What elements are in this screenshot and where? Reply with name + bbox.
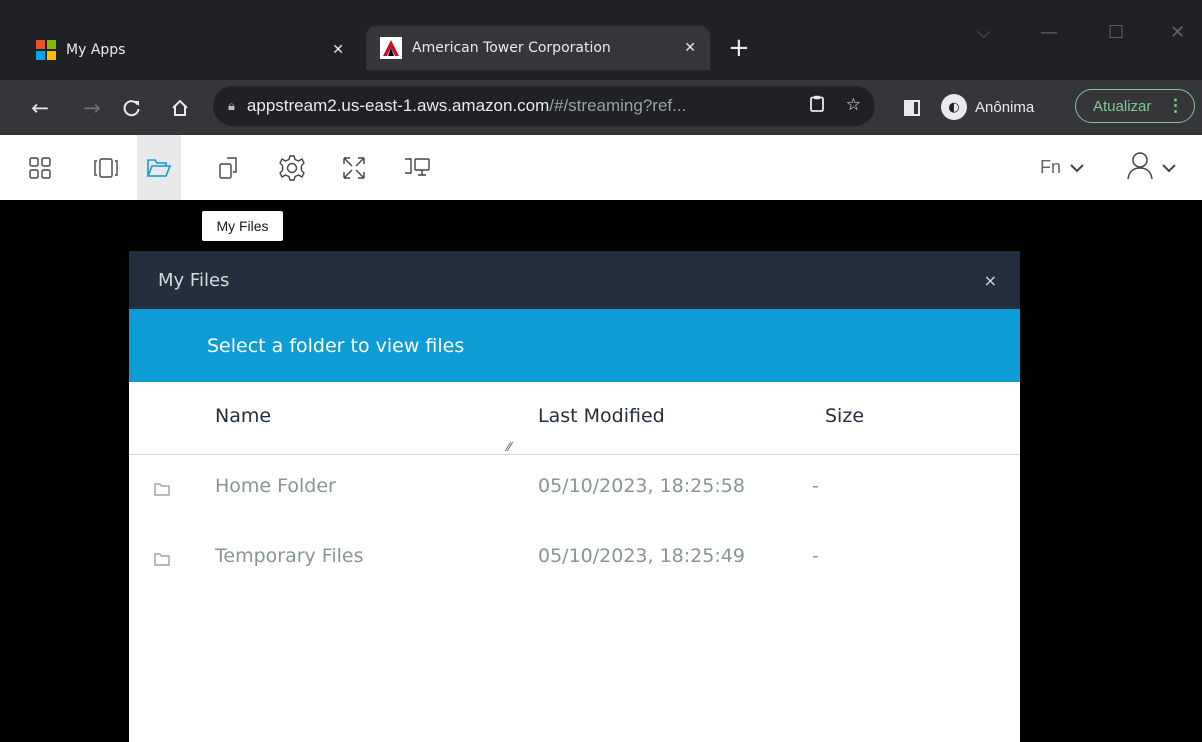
file-row[interactable]: Home Folder 05/10/2023, 18:25:58 - [129,456,1020,526]
tab-my-apps[interactable]: My Apps ✕ [18,28,358,72]
update-label: Atualizar [1093,97,1152,115]
tab-american-tower[interactable]: American Tower Corporation ✕ [366,26,710,70]
windows-icon[interactable] [84,135,128,200]
function-keys-menu[interactable]: Fn [1040,135,1085,200]
microsoft-logo-icon [36,40,56,60]
column-header-name[interactable]: Name [215,405,271,427]
tab-title: My Apps [66,42,126,58]
address-bar[interactable]: 🔒︎ appstream2.us-east-1.aws.amazon.com/#… [213,86,875,126]
menu-dots-icon[interactable]: ⋮ [1167,96,1184,116]
close-tab-icon[interactable]: ✕ [684,40,696,56]
column-header-last-modified[interactable]: Last Modified [538,405,665,427]
clipboard-icon[interactable] [207,135,251,200]
dialog-header: My Files × [129,251,1020,309]
side-panel-icon[interactable] [900,80,924,135]
incognito-icon: ◐ [941,94,967,120]
lock-icon[interactable]: 🔒︎ [228,98,235,114]
close-window-icon[interactable]: ✕ [1170,22,1185,43]
folder-icon [154,552,170,571]
settings-icon[interactable] [270,135,314,200]
american-tower-logo-icon [380,37,402,59]
update-button[interactable]: Atualizar ⋮ [1075,89,1195,123]
header-divider [129,454,1020,455]
minimize-icon[interactable]: — [1040,22,1058,43]
close-dialog-icon[interactable]: × [984,271,997,290]
user-menu[interactable] [1125,135,1177,200]
fullscreen-icon[interactable] [332,135,376,200]
clipboard-permission-icon[interactable] [809,95,824,117]
url-text[interactable]: appstream2.us-east-1.aws.amazon.com/#/st… [247,96,686,116]
my-files-icon[interactable] [137,135,181,200]
close-tab-icon[interactable]: ✕ [332,42,344,58]
back-icon[interactable]: ← [24,80,56,135]
incognito-label: Anônima [975,98,1035,116]
file-modified: 05/10/2023, 18:25:58 [538,475,745,497]
dialog-title: My Files [158,269,230,291]
chevron-down-icon [1161,157,1177,178]
file-modified: 05/10/2023, 18:25:49 [538,545,745,567]
new-tab-button[interactable]: + [728,30,750,66]
forward-icon[interactable]: → [76,80,108,135]
maximize-icon[interactable]: ☐ [1108,22,1124,43]
column-header-size[interactable]: Size [825,405,864,427]
fn-label: Fn [1040,157,1062,177]
file-name: Temporary Files [215,545,364,567]
tab-title: American Tower Corporation [412,40,611,56]
bookmark-star-icon[interactable]: ☆ [846,95,861,117]
file-size: - [812,545,819,567]
folder-prompt-banner: Select a folder to view files [129,309,1020,382]
file-size: - [812,475,819,497]
banner-text: Select a folder to view files [207,334,465,357]
folder-icon [154,482,170,501]
home-icon[interactable] [164,80,196,135]
display-icon[interactable] [395,135,439,200]
file-row[interactable]: Temporary Files 05/10/2023, 18:25:49 - [129,526,1020,596]
chevron-down-icon [1069,157,1085,178]
file-name: Home Folder [215,475,336,497]
column-resize-handle[interactable]: ⁄⁄ [507,440,511,454]
incognito-indicator[interactable]: ◐ Anônima [941,92,1034,122]
user-icon [1125,150,1155,185]
catalog-icon[interactable] [18,135,62,200]
tab-search-icon[interactable]: ⌵ [977,22,991,43]
reload-icon[interactable] [116,80,148,135]
my-files-tooltip: My Files [202,211,283,241]
